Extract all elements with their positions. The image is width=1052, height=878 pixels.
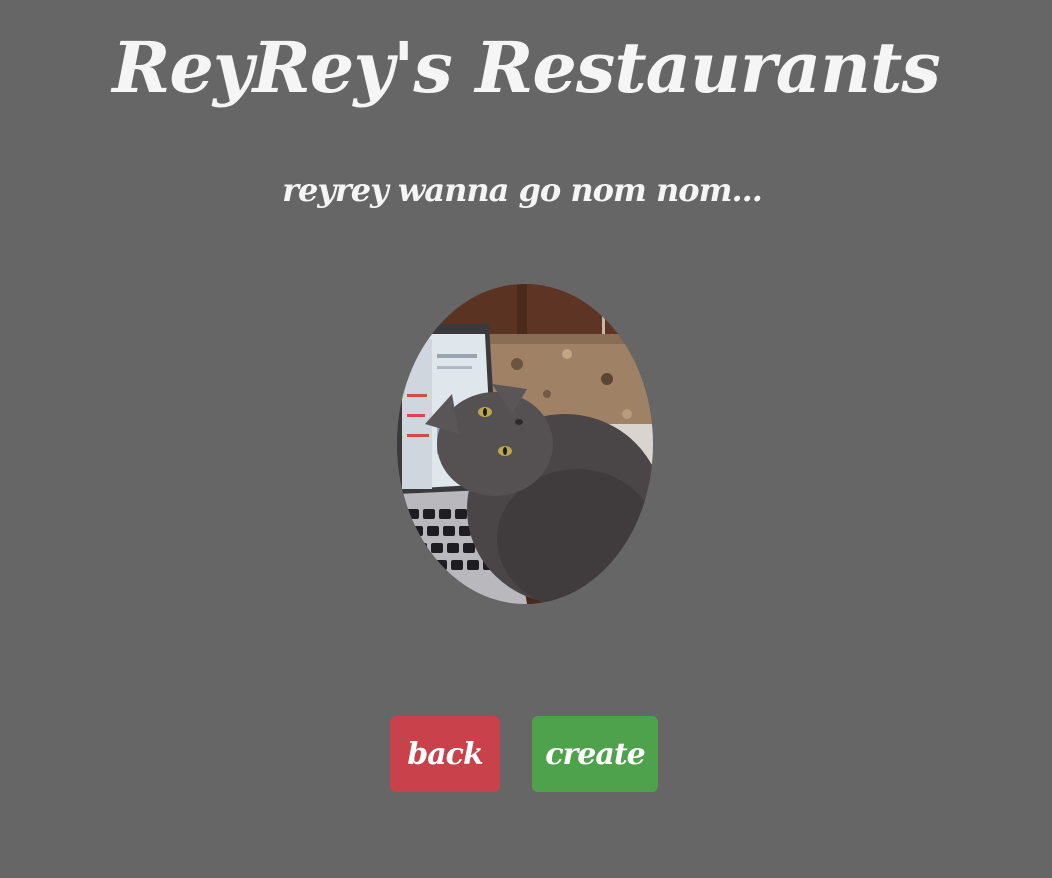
- back-button[interactable]: back: [390, 716, 500, 792]
- create-button[interactable]: create: [532, 716, 658, 792]
- page-subtitle: reyrey wanna go nom nom...: [282, 171, 763, 209]
- cat-photo: [397, 284, 653, 604]
- page-title: ReyRey's Restaurants: [112, 26, 941, 109]
